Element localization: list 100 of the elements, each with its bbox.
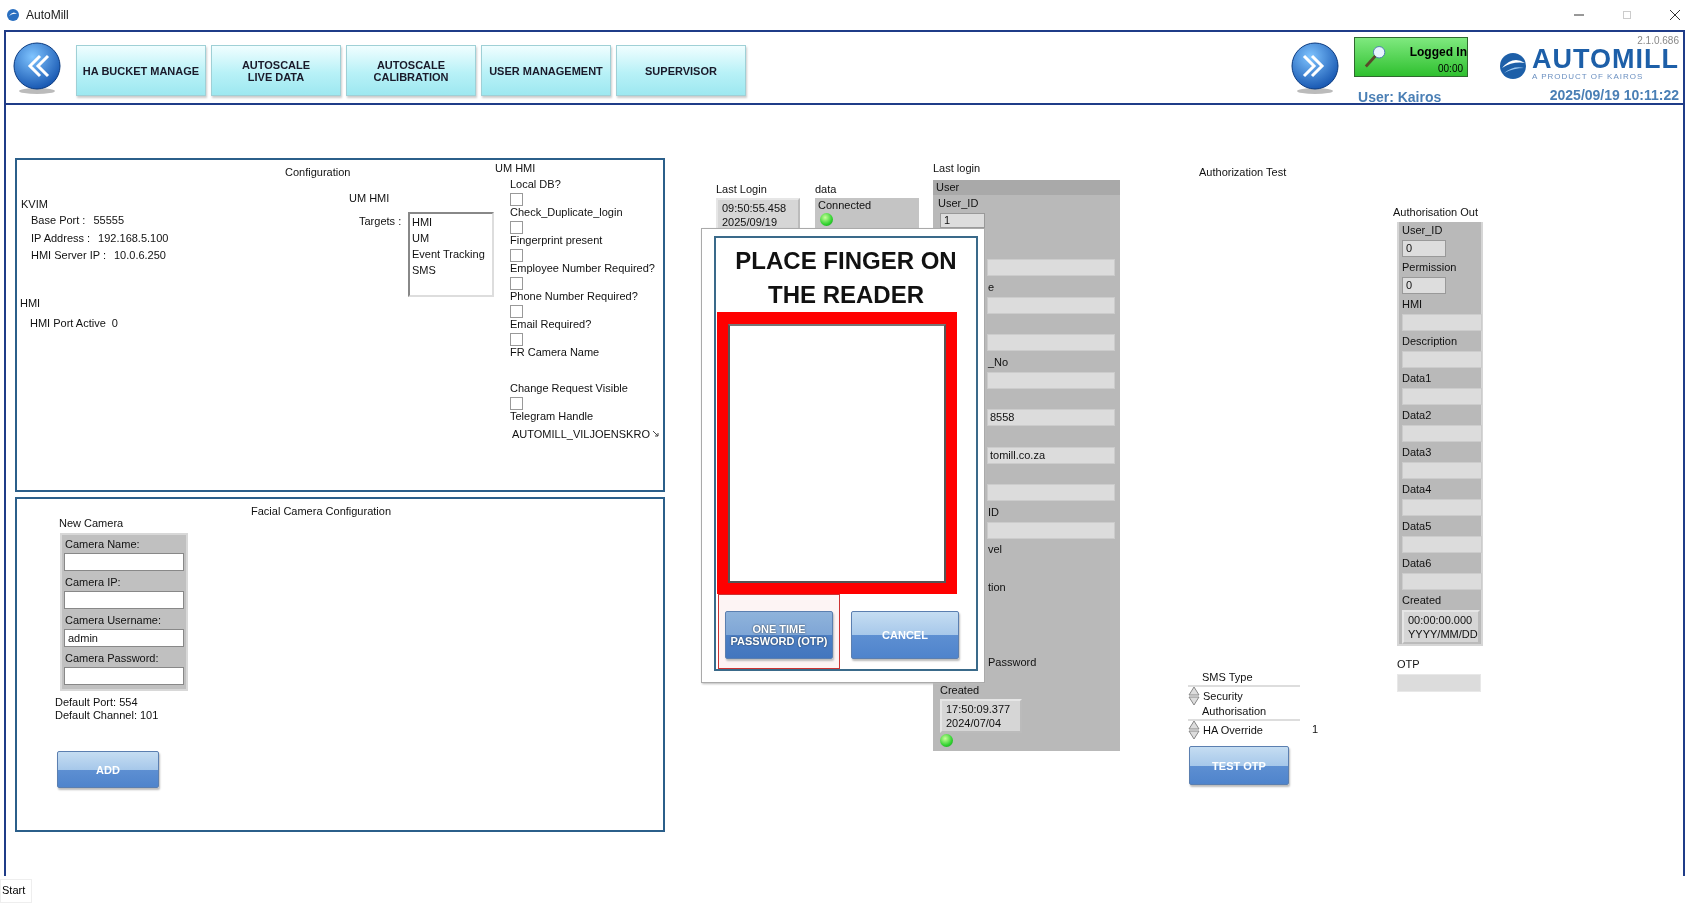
field-label: HMI [1402,297,1424,312]
back-button[interactable] [12,40,62,94]
app-icon [6,8,20,22]
dialog-title: PLACE FINGER ON THE READER [734,246,958,310]
panel-title: Configuration [285,166,351,178]
group-label: Authorisation Out [1393,206,1478,218]
field-label: e [988,279,995,295]
checkbox[interactable] [510,249,523,262]
field-label: Last Login [716,183,768,195]
info-text: Default Port: 554 [55,696,139,709]
resize-icon[interactable] [651,430,659,437]
input-field[interactable] [64,553,184,571]
targets-listbox[interactable]: HMI UM Event Tracking SMS [408,212,494,297]
checkbox[interactable] [510,193,523,206]
otp-field[interactable] [1397,674,1481,692]
input-field[interactable] [987,484,1115,501]
input-field[interactable] [1402,388,1482,405]
checkbox-label: Fingerprint present [510,234,604,248]
field-label: HMI Port Active [30,317,106,331]
group-label: UM HMI [495,162,537,174]
timestamp-display: 17:50:09.377 2024/07/04 [940,698,1022,733]
input-field[interactable] [64,667,184,685]
dropdown-field[interactable]: HA Override [1188,719,1300,739]
close-icon[interactable] [1669,9,1681,21]
login-button[interactable]: Logged In 00:00 [1354,37,1468,77]
field-label: Created [940,683,981,698]
checkbox-label: Check_Duplicate_login [510,206,624,220]
user-label: User: Kairos [1357,89,1443,105]
nav-button[interactable]: HA BUCKET MANAGE [76,45,206,96]
checkbox[interactable] [510,305,523,318]
input-field[interactable] [987,521,1115,539]
field-label: Data5 [1402,519,1433,534]
field-label: Description [1402,334,1459,349]
nav-button[interactable]: AUTOSCALE CALIBRATION [346,45,476,96]
input-field[interactable] [1402,573,1482,590]
field-value: 10.0.6.250 [114,249,166,263]
checkbox-label: Change Request Visible [510,382,629,396]
field-label: Camera Name: [64,537,141,552]
maximize-icon[interactable] [1621,9,1633,21]
field-label: Data6 [1402,556,1433,571]
input-field[interactable] [987,296,1115,314]
status-text: Connected [818,199,873,211]
logo-icon [1498,51,1528,81]
checkbox-label: Local DB? [510,178,562,192]
input-field[interactable] [987,371,1115,389]
input-field[interactable]: tomill.co.za [987,446,1115,464]
number-field[interactable]: 0 [1402,277,1446,294]
group-label: Last login [933,162,981,174]
group-label: UM HMI [349,192,390,204]
checkbox[interactable] [510,397,523,410]
input-field[interactable] [1402,351,1482,368]
field-label: ID [988,504,999,520]
version-label: 2.1.0.686 [1637,35,1679,46]
field-value: 55555 [93,214,124,228]
dialog-button[interactable]: ONE TIME PASSWORD (OTP) [725,611,833,659]
nav-button[interactable]: USER MANAGEMENT [481,45,611,96]
field-label: FR Camera Name [510,346,601,360]
input-field[interactable] [64,591,184,609]
date-time: 2025/09/19 10:11:22 [1549,87,1679,103]
spinner-icon [1188,720,1200,740]
group-label: Authorization Test [1199,166,1287,178]
field-label: Permission [1402,260,1458,275]
input-field[interactable]: 8558 [987,409,1115,426]
checkbox[interactable] [510,333,523,346]
number-field[interactable]: 0 [1402,240,1446,257]
dropdown-field[interactable]: Security [1188,685,1300,705]
start-button[interactable]: Start [0,879,33,903]
input-field[interactable] [1402,425,1482,442]
nav-button[interactable]: AUTOSCALE LIVE DATA [211,45,341,96]
input-field[interactable] [987,259,1115,276]
cluster-header: User [933,180,1120,195]
number-field[interactable]: 1 [940,213,985,228]
field-label: Camera Username: [64,613,162,628]
field-label: OTP [1397,658,1420,670]
group-label: KVIM [21,198,49,210]
input-field[interactable] [1402,314,1482,331]
field-label: Data2 [1402,408,1433,423]
checkbox[interactable] [510,277,523,290]
input-field[interactable] [987,334,1115,351]
field-label: Data4 [1402,482,1433,497]
field-label: Targets : [359,215,402,227]
nav-button[interactable]: SUPERVISOR [616,45,746,96]
info-text: Default Channel: 101 [55,709,159,722]
forward-button[interactable] [1290,40,1340,94]
field-label: Camera IP: [64,575,122,590]
checkbox-label: Email Required? [510,318,593,332]
input-field[interactable] [1402,536,1482,553]
field-label: User_ID [1402,223,1444,238]
field-label: Data3 [1402,445,1433,460]
group-label: New Camera [59,517,124,529]
input-field[interactable] [1402,462,1482,479]
value-text: 1 [1312,723,1319,735]
field-value: 192.168.5.100 [98,231,169,246]
checkbox[interactable] [510,221,523,234]
panel-title: Facial Camera Configuration [251,505,391,517]
input-field[interactable]: admin [64,629,184,647]
spinner-icon [1188,686,1200,706]
field-label: SMS Type [1201,671,1254,685]
field-label: Data1 [1402,371,1433,386]
input-field[interactable] [1402,499,1482,516]
